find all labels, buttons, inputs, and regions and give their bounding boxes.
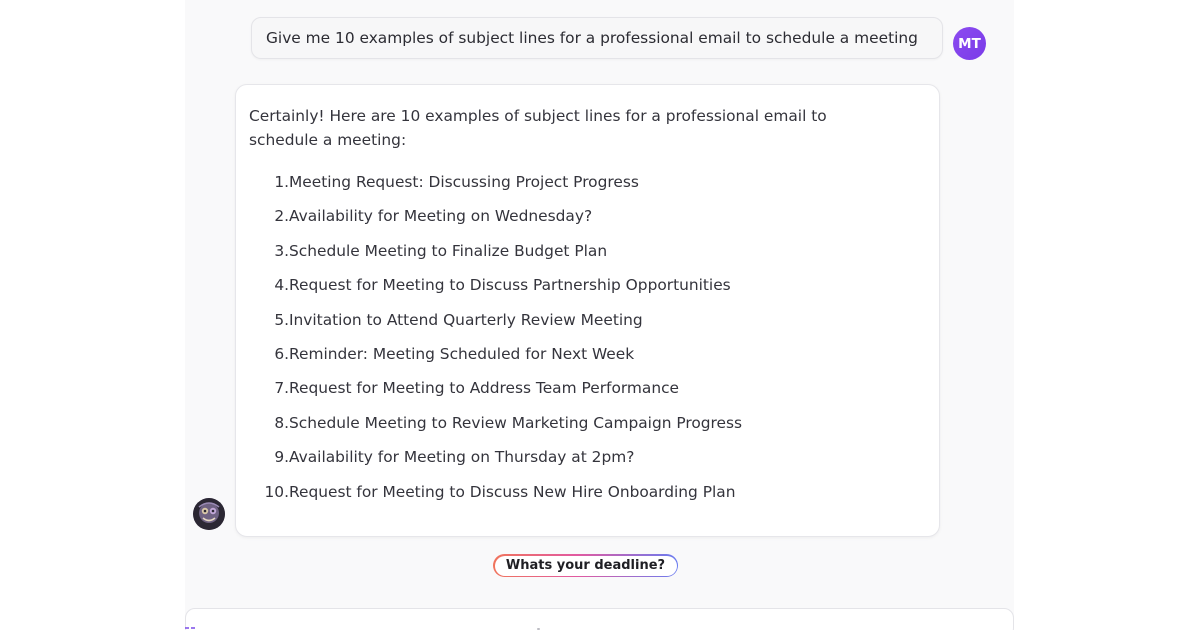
subject-line-text: Request for Meeting to Address Team Perf… [289, 379, 680, 398]
subject-line-number: 8. [274, 413, 289, 432]
subject-line-text: Reminder: Meeting Scheduled for Next Wee… [289, 344, 635, 363]
subject-line-number-wrap: 2. [236, 204, 289, 228]
subject-line-number-wrap: 3. [236, 239, 289, 263]
chat-page: Give me 10 examples of subject lines for… [0, 0, 1200, 630]
subject-line-text: Request for Meeting to Discuss Partnersh… [289, 276, 731, 295]
subject-line-text: Availability for Meeting on Wednesday? [289, 207, 593, 226]
subject-line-number: 1. [274, 173, 289, 191]
attachment-icon[interactable] [183, 625, 197, 630]
suggestion-chip-deadline[interactable]: Whats your deadline? [493, 554, 678, 577]
subject-line-number-wrap: 7. [236, 376, 289, 400]
subject-line-text: Meeting Request: Discussing Project Prog… [289, 173, 639, 191]
subject-line-text: Schedule Meeting to Finalize Budget Plan [289, 241, 608, 260]
subject-line-text: Invitation to Attend Quarterly Review Me… [289, 310, 643, 329]
assistant-avatar-icon [193, 498, 225, 530]
subject-line-number-wrap: 10. [236, 480, 289, 504]
subject-line-number: 2. [274, 207, 289, 226]
subject-line-number: 7. [274, 379, 289, 398]
subject-line-number-wrap: 4. [236, 273, 289, 297]
subject-line-text: Availability for Meeting on Thursday at … [289, 448, 635, 467]
subject-line-number: 10. [264, 482, 289, 501]
subject-line-number: 3. [274, 241, 289, 260]
assistant-intro-text: Certainly! Here are 10 examples of subje… [249, 107, 827, 149]
subject-line-text: Request for Meeting to Discuss New Hire … [289, 482, 736, 501]
subject-line-number: 5. [274, 310, 289, 329]
subject-line-number-wrap: 6. [236, 342, 289, 366]
user-message-bubble: Give me 10 examples of subject lines for… [251, 17, 943, 59]
user-avatar[interactable]: MT [953, 27, 986, 60]
subject-line-number: 4. [274, 276, 289, 295]
subject-line-number-wrap: 1. [236, 170, 289, 194]
subject-line-number-wrap: 5. [236, 308, 289, 332]
subject-line-number: 6. [274, 344, 289, 363]
subject-line-text: Schedule Meeting to Review Marketing Cam… [289, 413, 743, 432]
subject-line-number-wrap: 9. [236, 445, 289, 469]
subject-line-number: 9. [274, 448, 289, 467]
assistant-message-card: Certainly! Here are 10 examples of subje… [235, 84, 940, 537]
subject-line-number-wrap: 8. [236, 411, 289, 435]
user-avatar-initials: MT [958, 35, 981, 52]
message-composer[interactable] [185, 608, 1014, 630]
user-message-text: Give me 10 examples of subject lines for… [266, 29, 918, 47]
suggestion-chip-label: Whats your deadline? [505, 558, 666, 573]
